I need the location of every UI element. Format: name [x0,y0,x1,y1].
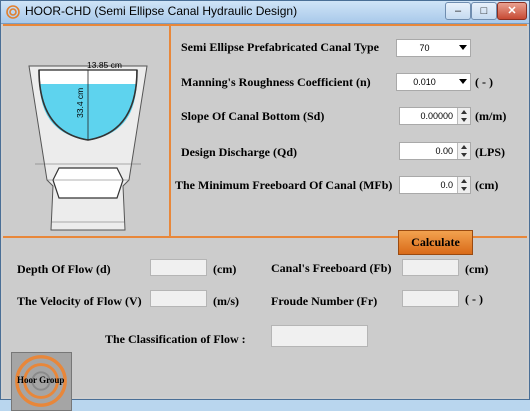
minimize-button[interactable]: – [445,2,471,20]
froude-output [402,290,459,307]
freeboard-unit: (cm) [465,262,489,276]
canal-type-select[interactable]: 70 [396,39,471,57]
app-window: HOOR-CHD (Semi Ellipse Canal Hydraulic D… [0,0,530,411]
arrow-up-icon [461,179,467,183]
section-divider-vertical [169,26,171,236]
section-divider-top [3,24,527,26]
slope-value: 0.00000 [420,111,453,121]
freeboard-label: Canal's Freeboard (Fb) [271,261,392,275]
chevron-down-icon [459,45,467,50]
calculate-button[interactable]: Calculate [398,230,473,255]
roughness-label: Manning's Roughness Coefficient (n) [181,75,371,89]
canal-cross-section-diagram: 13.85 cm 33.4 cm [28,62,148,231]
classification-label: The Classification of Flow : [105,332,246,346]
freeboard-output [402,259,459,276]
hoor-group-logo: Hoor Group [11,352,72,411]
slope-label: Slope Of Canal Bottom (Sd) [181,109,325,123]
min-freeboard-value: 0.0 [440,180,453,190]
min-freeboard-stepper[interactable]: 0.0 [399,176,471,194]
froude-label: Froude Number (Fr) [271,294,378,308]
close-button[interactable]: ✕ [497,2,527,20]
arrow-up-icon [461,145,467,149]
roughness-select[interactable]: 0.010 [396,73,471,91]
min-freeboard-unit: (cm) [475,178,499,192]
slope-unit: (m/m) [475,109,507,123]
canal-type-value: 70 [419,43,430,53]
discharge-stepper[interactable]: 0.00 [399,142,471,160]
roughness-unit: ( - ) [475,75,493,89]
depth-unit: (cm) [213,262,237,276]
depth-label: Depth Of Flow (d) [17,262,111,276]
logo-text: Hoor Group [17,375,65,385]
spin-buttons[interactable] [457,108,470,124]
discharge-label: Design Discharge (Qd) [181,145,297,159]
discharge-value: 0.00 [435,146,453,156]
app-icon [6,5,20,19]
arrow-down-icon [461,187,467,191]
velocity-output [150,290,207,307]
roughness-value: 0.010 [413,77,436,87]
spin-buttons[interactable] [457,143,470,159]
arrow-down-icon [461,118,467,122]
canal-type-label: Semi Ellipse Prefabricated Canal Type [181,40,379,54]
classification-output [271,325,368,347]
window-title: HOOR-CHD (Semi Ellipse Canal Hydraulic D… [25,4,298,18]
discharge-unit: (LPS) [475,145,505,159]
spin-buttons[interactable] [457,177,470,193]
froude-unit: ( - ) [465,292,483,306]
arrow-down-icon [461,153,467,157]
velocity-label: The Velocity of Flow (V) [17,294,142,308]
velocity-unit: (m/s) [213,294,239,308]
maximize-button[interactable]: □ [471,2,497,20]
min-freeboard-label: The Minimum Freeboard Of Canal (MFb) [175,178,393,192]
client-area: 13.85 cm 33.4 cm Semi Ellipse Prefabrica… [3,24,527,411]
chevron-down-icon [459,79,467,84]
arrow-up-icon [461,110,467,114]
depth-output [150,259,207,276]
canal-width-label: 13.85 cm [87,62,122,70]
title-bar[interactable]: HOOR-CHD (Semi Ellipse Canal Hydraulic D… [1,1,529,24]
slope-stepper[interactable]: 0.00000 [399,107,471,125]
canal-height-label: 33.4 cm [75,88,85,118]
